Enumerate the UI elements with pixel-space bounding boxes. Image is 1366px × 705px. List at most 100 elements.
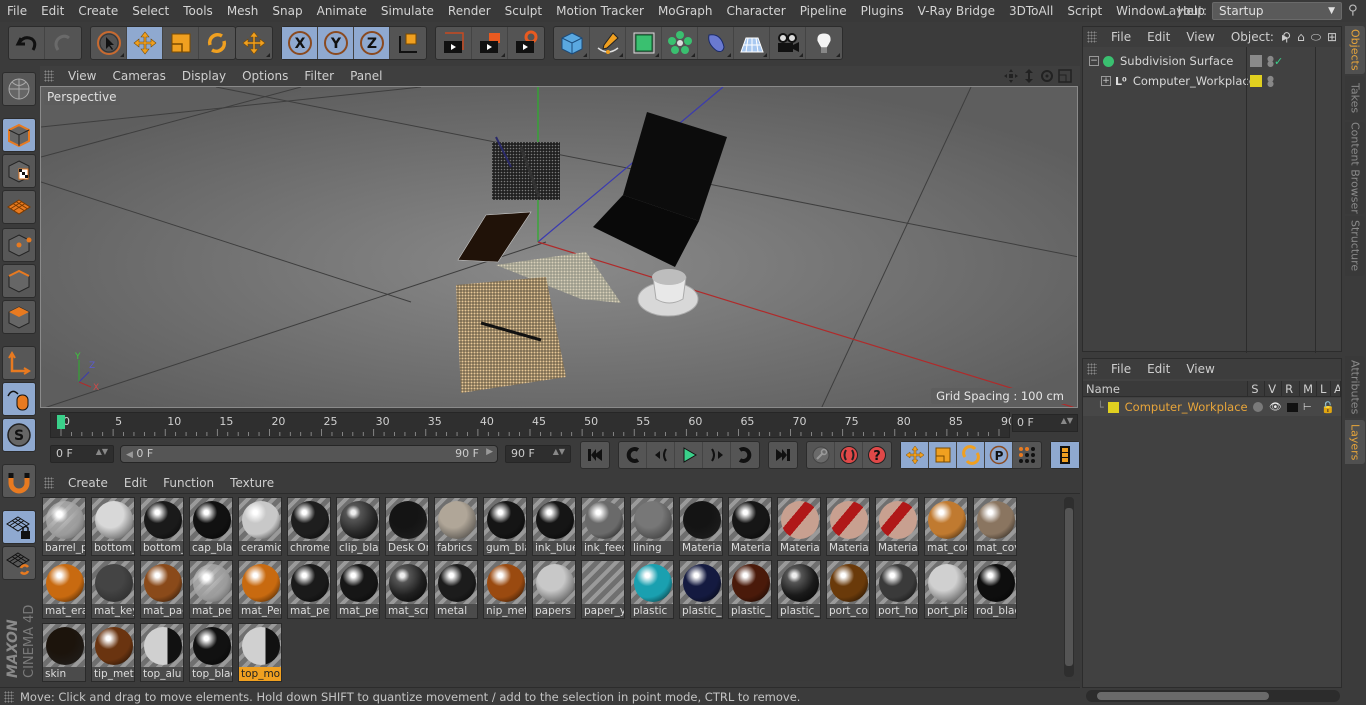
material-swatch[interactable]: mat_key — [91, 560, 135, 619]
menu-character[interactable]: Character — [719, 4, 792, 18]
object-menu-view[interactable]: View — [1178, 30, 1222, 44]
grip-icon[interactable] — [1087, 363, 1097, 375]
keyframe-selection-button[interactable]: ? — [863, 442, 891, 468]
material-swatch[interactable]: bottom_ — [140, 497, 184, 556]
polygons-mode-button[interactable] — [2, 300, 36, 334]
column-animation[interactable]: A — [1331, 381, 1341, 397]
menu-select[interactable]: Select — [125, 4, 176, 18]
x-axis-button[interactable]: X — [282, 27, 318, 59]
layer-menu-view[interactable]: View — [1178, 362, 1222, 376]
playhead[interactable] — [57, 415, 65, 429]
layer-menu-edit[interactable]: Edit — [1139, 362, 1178, 376]
play-button[interactable] — [675, 442, 703, 468]
material-swatch[interactable]: barrel_p — [42, 497, 86, 556]
manager-hierarchy-icon[interactable]: ⊢ — [1303, 402, 1312, 413]
range-left-arrow-icon[interactable]: ◀ — [126, 450, 133, 460]
tab-objects[interactable]: Objects — [1345, 26, 1365, 74]
material-menu-create[interactable]: Create — [60, 476, 116, 490]
material-swatch[interactable]: skin — [42, 623, 86, 682]
cube-button[interactable] — [554, 27, 590, 59]
scale-button[interactable] — [163, 27, 199, 59]
material-swatch[interactable]: port_pla — [924, 560, 968, 619]
current-frame-field[interactable]: 0 F ▲▼ — [1012, 414, 1078, 432]
rotation-key-button[interactable] — [957, 442, 985, 468]
material-swatch[interactable]: ceramic — [238, 497, 282, 556]
object-menu-edit[interactable]: Edit — [1139, 30, 1178, 44]
pan-view-icon[interactable] — [1004, 69, 1018, 83]
search-icon[interactable]: ⚲ — [1282, 30, 1291, 45]
column-name[interactable]: Name — [1083, 381, 1249, 397]
material-swatch[interactable]: tip_meta — [91, 623, 135, 682]
material-swatch[interactable]: Material — [875, 497, 919, 556]
material-swatch[interactable]: ink_blue — [532, 497, 576, 556]
material-swatch[interactable]: mat_pac — [140, 560, 184, 619]
undo-button[interactable] — [9, 27, 45, 59]
material-swatch[interactable]: cap_blac — [189, 497, 233, 556]
recent-tool-button[interactable] — [236, 27, 272, 59]
material-swatch[interactable]: nip_met — [483, 560, 527, 619]
menu-vray-bridge[interactable]: V-Ray Bridge — [911, 4, 1002, 18]
menu-create[interactable]: Create — [71, 4, 125, 18]
coordinate-system-button[interactable] — [390, 27, 426, 59]
subdivision-surface-button[interactable] — [626, 27, 662, 59]
go-to-start-button[interactable] — [581, 442, 609, 468]
material-swatch[interactable]: plastic_s — [777, 560, 821, 619]
column-locked[interactable]: L — [1317, 381, 1331, 397]
grip-icon[interactable] — [44, 70, 54, 82]
layer-row[interactable]: └ Computer_Workplace 👁 ⊢ 🔓 — [1083, 398, 1341, 416]
menu-edit[interactable]: Edit — [34, 4, 71, 18]
object-row-subdivision-surface[interactable]: − Subdivision Surface ● ● ✓ — [1083, 51, 1341, 71]
expand-icon[interactable]: + — [1101, 76, 1111, 86]
menu-script[interactable]: Script — [1060, 4, 1109, 18]
layer-name[interactable]: Computer_Workplace — [1125, 400, 1248, 414]
redo-button[interactable] — [45, 27, 81, 59]
menu-3dtoall[interactable]: 3DToAll — [1002, 4, 1060, 18]
menu-pipeline[interactable]: Pipeline — [793, 4, 854, 18]
material-swatch[interactable]: paper_y — [581, 560, 625, 619]
live-selection-button[interactable] — [91, 27, 127, 59]
floor-button[interactable] — [734, 27, 770, 59]
eye-icon[interactable]: 👁 — [1269, 402, 1282, 413]
material-swatch[interactable]: gum_bla — [483, 497, 527, 556]
column-render[interactable]: R — [1282, 381, 1301, 397]
material-swatch[interactable]: mat_era — [42, 560, 86, 619]
tab-attributes[interactable]: Attributes — [1345, 356, 1365, 418]
material-swatch[interactable]: fabrics — [434, 497, 478, 556]
material-swatch[interactable]: mat_per — [336, 560, 380, 619]
object-menu-objects[interactable]: Object: — [1223, 30, 1282, 44]
render-clapper-icon[interactable] — [1287, 402, 1298, 412]
viewport-menu-options[interactable]: Options — [234, 69, 296, 83]
cloner-button[interactable] — [662, 27, 698, 59]
material-swatch[interactable]: lining — [630, 497, 674, 556]
render-picture-viewer-button[interactable] — [472, 27, 508, 59]
layer-color-swatch[interactable] — [1250, 75, 1262, 87]
model-mode-button[interactable] — [2, 118, 36, 152]
autokey-button[interactable] — [835, 442, 863, 468]
layer-menu-file[interactable]: File — [1103, 362, 1139, 376]
search-icon[interactable]: ⚲ — [1348, 3, 1362, 18]
material-menu-edit[interactable]: Edit — [116, 476, 155, 490]
lock-open-icon[interactable]: 🔓 — [1321, 401, 1335, 414]
material-swatch[interactable]: mat_per — [287, 560, 331, 619]
material-swatch[interactable]: plastic_b — [679, 560, 723, 619]
frame-range-slider[interactable]: ◀ 0 F 90 F ▶ — [120, 445, 498, 463]
scale-key-button[interactable] — [929, 442, 957, 468]
menu-mograph[interactable]: MoGraph — [651, 4, 720, 18]
material-swatch[interactable]: mat_Per — [238, 560, 282, 619]
maximize-view-icon[interactable] — [1058, 69, 1072, 83]
enabled-check-icon[interactable]: ✓ — [1274, 55, 1283, 68]
material-swatch[interactable]: Material — [826, 497, 870, 556]
material-swatch[interactable]: Desk Or — [385, 497, 429, 556]
layer-color-swatch[interactable] — [1250, 55, 1262, 67]
edges-mode-button[interactable] — [2, 264, 36, 298]
object-menu-file[interactable]: File — [1103, 30, 1139, 44]
material-menu-texture[interactable]: Texture — [222, 476, 282, 490]
go-to-end-button[interactable] — [769, 442, 797, 468]
layout-dropdown[interactable]: Startup ▼ — [1212, 2, 1342, 20]
layer-scrollbar-thumb[interactable] — [1097, 692, 1269, 700]
previous-frame-button[interactable] — [647, 442, 675, 468]
material-scrollbar-thumb[interactable] — [1065, 508, 1073, 666]
material-swatch[interactable]: mat_cou — [924, 497, 968, 556]
material-swatch[interactable]: metal — [434, 560, 478, 619]
column-visible[interactable]: V — [1265, 381, 1283, 397]
